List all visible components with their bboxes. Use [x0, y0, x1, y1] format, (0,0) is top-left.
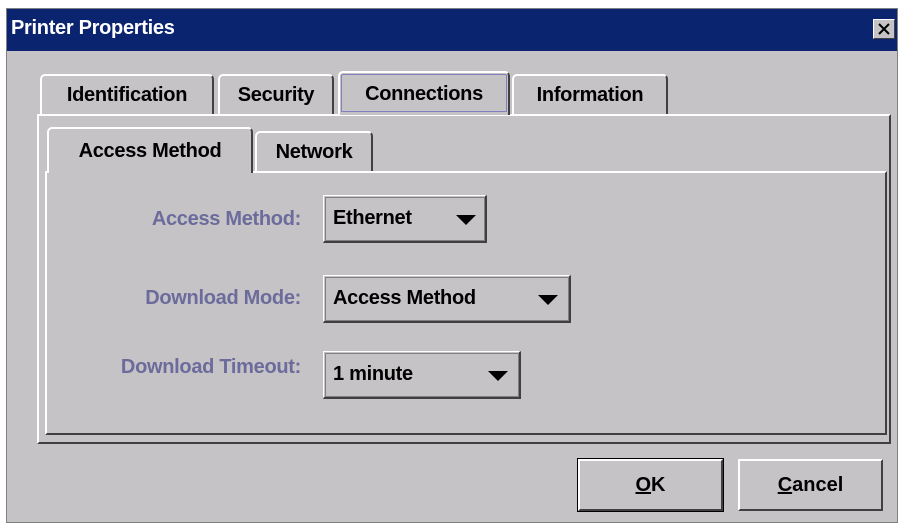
window-title: Printer Properties: [11, 17, 175, 39]
tab-label: Information: [536, 83, 644, 106]
title-bar: Printer Properties: [7, 9, 897, 51]
cancel-button[interactable]: Cancel: [738, 459, 883, 511]
subtab-label: Access Method: [78, 139, 222, 162]
subtab-access-method[interactable]: Access Method: [47, 127, 253, 173]
download-mode-value: Access Method: [333, 287, 476, 309]
ok-button[interactable]: OK: [577, 458, 724, 512]
download-timeout-value: 1 minute: [333, 363, 413, 385]
chevron-down-icon: [456, 215, 476, 225]
download-mode-label: Download Mode:: [145, 287, 301, 309]
chevron-down-icon: [538, 295, 558, 305]
tab-security[interactable]: Security: [218, 74, 334, 114]
ok-mnemonic: O: [635, 473, 652, 496]
download-timeout-dropdown[interactable]: 1 minute: [323, 351, 521, 399]
download-mode-dropdown[interactable]: Access Method: [323, 275, 571, 323]
access-method-value: Ethernet: [333, 207, 412, 229]
cancel-mnemonic: C: [777, 473, 793, 496]
subtab-label: Network: [275, 140, 353, 163]
tab-label: Connections: [365, 82, 483, 105]
close-icon: [878, 23, 890, 35]
tab-identification[interactable]: Identification: [40, 74, 214, 114]
tab-connections[interactable]: Connections: [338, 71, 510, 115]
cancel-label-rest: ancel: [792, 473, 844, 496]
access-method-label: Access Method:: [151, 208, 301, 230]
tab-label: Security: [237, 83, 315, 106]
ok-label-rest: K: [651, 473, 666, 496]
chevron-down-icon: [488, 371, 508, 381]
tab-information[interactable]: Information: [512, 74, 668, 114]
close-button[interactable]: [873, 19, 895, 39]
printer-properties-dialog: Printer Properties Identification Securi…: [6, 8, 898, 523]
download-timeout-label: Download Timeout:: [120, 356, 301, 378]
subtab-network[interactable]: Network: [255, 131, 373, 171]
tab-label: Identification: [66, 83, 188, 106]
access-method-dropdown[interactable]: Ethernet: [323, 195, 487, 243]
